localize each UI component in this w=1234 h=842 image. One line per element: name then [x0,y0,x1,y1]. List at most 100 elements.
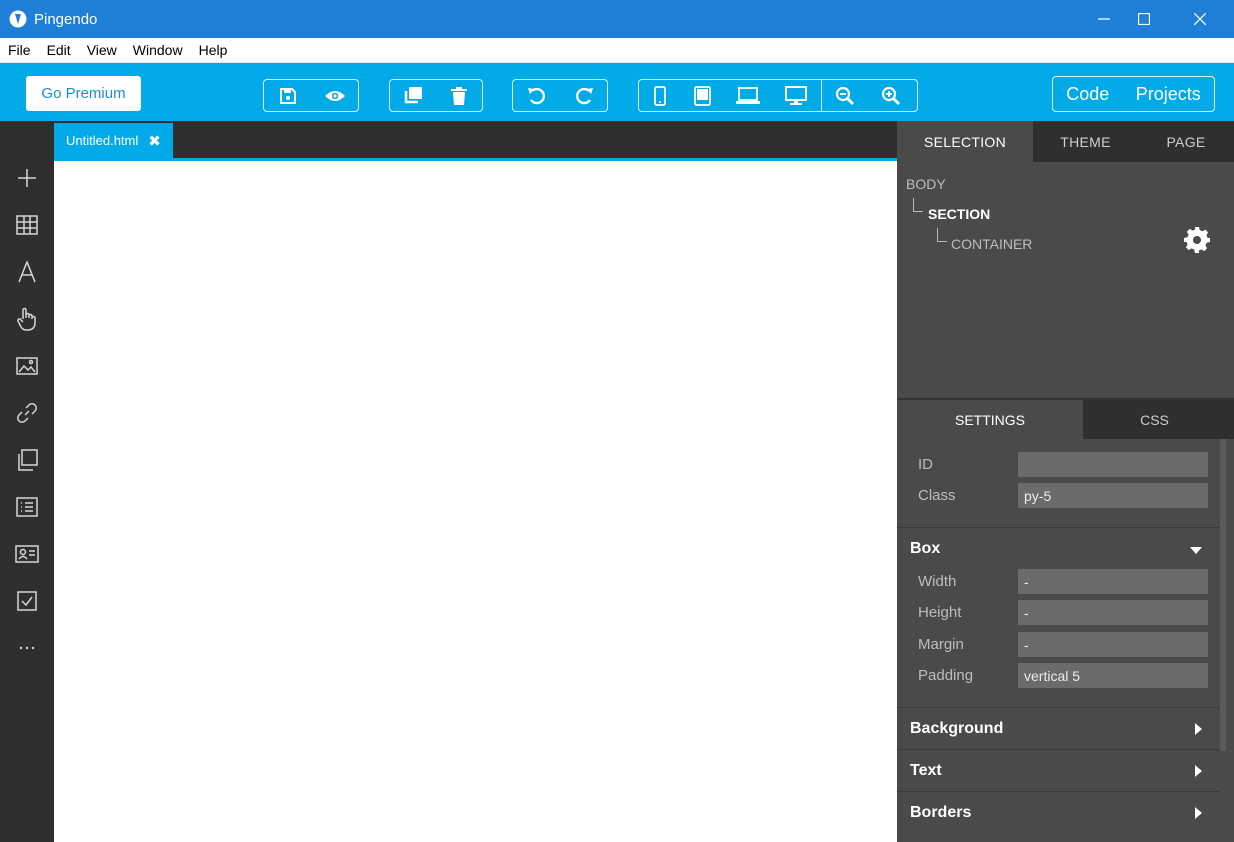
image-icon [16,357,38,375]
height-row: Height [897,600,1220,626]
inspector-panel: SELECTION THEME PAGE BODY SECTION CONTAI… [897,121,1234,842]
background-section-title: Background [910,720,1004,737]
menu-edit[interactable]: Edit [39,38,79,63]
list-icon [16,497,38,517]
save-icon [279,87,296,104]
borders-section-title: Borders [910,804,972,821]
go-premium-button[interactable]: Go Premium [26,76,141,111]
zoom-out-button[interactable] [830,81,860,111]
tab-selection[interactable]: SELECTION [897,121,1033,162]
desktop-icon [785,85,807,105]
borders-section-header[interactable]: Borders [897,791,1220,833]
file-tab[interactable]: Untitled.html ✖ [54,123,173,158]
close-window-button[interactable] [1174,0,1226,38]
design-canvas[interactable] [54,161,897,842]
more-components-button[interactable] [13,634,41,662]
code-button[interactable]: Code [1066,84,1109,105]
laptop-view-button[interactable] [733,81,763,111]
id-input[interactable] [1018,452,1208,477]
padding-input[interactable] [1018,663,1208,688]
tree-node-body[interactable]: BODY [906,176,946,192]
width-input[interactable] [1018,569,1208,594]
tree-node-container[interactable]: CONTAINER [951,236,1032,252]
inspector-tabs: SELECTION THEME PAGE [897,121,1234,162]
height-label: Height [918,604,962,621]
menu-window[interactable]: Window [125,38,191,63]
width-label: Width [918,573,957,590]
copy-icon [18,449,38,471]
duplicate-button[interactable] [398,81,428,111]
file-tool-group [263,79,359,112]
element-settings-button[interactable] [1183,226,1211,259]
duplicate-icon [404,86,422,103]
undo-icon [527,87,545,104]
text-component-button[interactable] [13,258,41,286]
tree-node-section[interactable]: SECTION [928,206,990,222]
zoom-out-icon [835,86,855,105]
component-sidebar [0,121,54,842]
card-icon [15,545,39,563]
undo-button[interactable] [522,81,552,111]
interaction-component-button[interactable] [13,305,41,333]
box-section-header[interactable]: Box [897,527,1220,569]
phone-icon [654,85,666,106]
save-button[interactable] [273,81,303,111]
desktop-view-button[interactable] [781,81,811,111]
zoom-in-button[interactable] [876,81,906,111]
redo-button[interactable] [569,81,599,111]
delete-icon [451,86,467,105]
close-icon [1194,13,1206,25]
class-label: Class [918,487,956,504]
add-component-button[interactable] [13,164,41,192]
hand-pointer-icon [17,307,36,331]
more-icon [19,646,35,650]
grid-icon [16,215,38,235]
device-tool-group [638,79,918,112]
menu-file[interactable]: File [0,38,39,63]
class-row: Class [897,483,1220,509]
class-input[interactable] [1018,483,1208,508]
tree-connector [913,198,923,212]
projects-button[interactable]: Projects [1136,84,1201,105]
width-row: Width [897,569,1220,595]
id-label: ID [918,456,933,473]
grid-component-button[interactable] [13,211,41,239]
height-input[interactable] [1018,600,1208,625]
tablet-icon [693,85,711,106]
menu-bar: File Edit View Window Help [0,38,1234,63]
maximize-button[interactable] [1118,0,1170,38]
maximize-icon [1138,13,1150,25]
laptop-icon [736,86,760,104]
panel-scrollbar[interactable] [1220,439,1226,751]
settings-tabs: SETTINGS CSS [897,400,1234,439]
list-component-button[interactable] [13,493,41,521]
form-component-button[interactable] [13,587,41,615]
delete-button[interactable] [444,81,474,111]
card-component-button[interactable] [13,540,41,568]
minimize-icon [1098,18,1110,20]
tablet-view-button[interactable] [687,81,717,111]
tab-theme[interactable]: THEME [1033,121,1138,162]
link-icon [17,403,37,423]
caret-right-icon [1195,806,1202,824]
tab-settings[interactable]: SETTINGS [897,400,1083,439]
id-row: ID [897,452,1220,478]
view-switch-group: Code Projects [1052,76,1215,112]
margin-input[interactable] [1018,632,1208,657]
link-component-button[interactable] [13,399,41,427]
background-section-header[interactable]: Background [897,707,1220,749]
phone-view-button[interactable] [645,81,675,111]
image-component-button[interactable] [13,352,41,380]
text-section-header[interactable]: Text [897,749,1220,791]
margin-label: Margin [918,636,964,653]
close-tab-icon[interactable]: ✖ [148,132,161,150]
preview-button[interactable] [320,81,350,111]
menu-help[interactable]: Help [191,38,236,63]
preview-icon [324,90,345,101]
file-tab-label: Untitled.html [66,133,139,148]
tab-page[interactable]: PAGE [1138,121,1234,162]
menu-view[interactable]: View [79,38,125,63]
section-component-button[interactable] [13,446,41,474]
toolbar: Go Premium Code Projects [0,63,1234,121]
tab-css[interactable]: CSS [1083,400,1226,439]
